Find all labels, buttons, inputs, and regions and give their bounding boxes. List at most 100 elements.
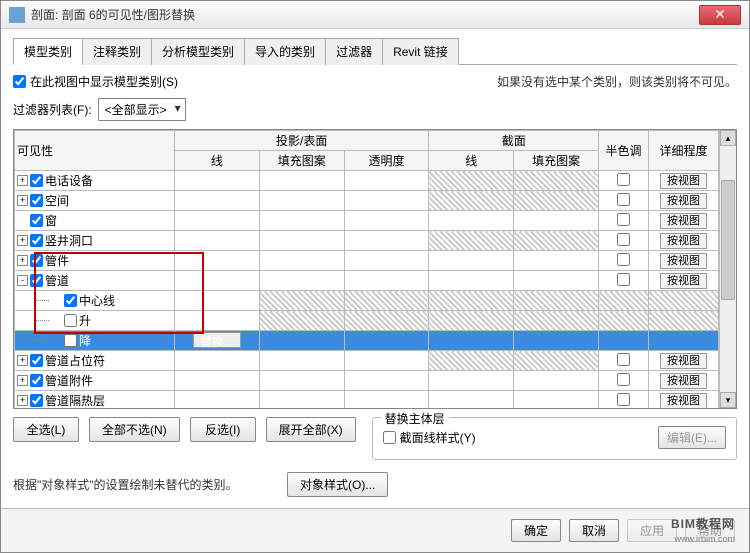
edit-button[interactable]: 编辑(E)...: [658, 426, 726, 449]
col-detail[interactable]: 详细程度: [649, 131, 719, 171]
scroll-down-button[interactable]: ▾: [720, 392, 736, 408]
visibility-checkbox[interactable]: [64, 334, 77, 347]
scroll-up-button[interactable]: ▴: [720, 130, 736, 146]
visibility-checkbox[interactable]: [64, 314, 77, 327]
close-button[interactable]: ✕: [699, 5, 741, 25]
expand-icon[interactable]: +: [17, 235, 28, 246]
section-line-style-checkbox[interactable]: 截面线样式(Y): [383, 429, 476, 446]
expand-icon[interactable]: +: [17, 355, 28, 366]
visibility-checkbox[interactable]: [30, 174, 43, 187]
col-sec-fill[interactable]: 填充图案: [514, 151, 599, 171]
vertical-scrollbar[interactable]: ▴ ▾: [719, 130, 736, 408]
section-line-style-cb[interactable]: [383, 431, 396, 444]
show-categories-label: 在此视图中显示模型类别(S): [30, 73, 178, 90]
host-layer-group: 替换主体层 截面线样式(Y) 编辑(E)...: [372, 417, 737, 460]
visibility-checkbox[interactable]: [30, 194, 43, 207]
halftone-checkbox[interactable]: [617, 373, 630, 386]
detail-level-cell[interactable]: 按视图: [660, 213, 707, 229]
category-label: 竖井洞口: [45, 232, 93, 249]
expand-all-button[interactable]: 展开全部(X): [266, 417, 356, 442]
table-row[interactable]: +电话设备按视图: [15, 171, 719, 191]
tab-5[interactable]: Revit 链接: [382, 38, 459, 65]
table-row[interactable]: 中心线: [15, 291, 719, 311]
visibility-checkbox[interactable]: [30, 374, 43, 387]
table-row[interactable]: + 竖井洞口 按视图: [15, 231, 719, 251]
detail-level-cell[interactable]: 按视图: [660, 253, 707, 269]
expand-icon[interactable]: +: [17, 195, 28, 206]
category-label: 管道隔热层: [45, 392, 105, 408]
detail-level-cell[interactable]: 按视图: [660, 373, 707, 389]
category-label: 管道附件: [45, 372, 93, 389]
tab-0[interactable]: 模型类别: [13, 38, 83, 65]
halftone-checkbox[interactable]: [617, 213, 630, 226]
visibility-checkbox[interactable]: [30, 234, 43, 247]
invert-button[interactable]: 反选(I): [190, 417, 256, 442]
table-row[interactable]: + 管件 按视图: [15, 251, 719, 271]
table-row[interactable]: +空间按视图: [15, 191, 719, 211]
visibility-checkbox[interactable]: [30, 394, 43, 407]
halftone-checkbox[interactable]: [617, 233, 630, 246]
table-row[interactable]: -管道按视图: [15, 271, 719, 291]
tab-4[interactable]: 过滤器: [325, 38, 383, 65]
halftone-checkbox[interactable]: [617, 253, 630, 266]
tree-spacer: [51, 295, 62, 306]
cancel-button[interactable]: 取消: [569, 519, 619, 542]
category-grid: 可见性 投影/表面 截面 半色调 详细程度 线 填充图案 透明度 线 填充图案 …: [13, 129, 737, 409]
tab-2[interactable]: 分析模型类别: [151, 38, 245, 65]
dialog-footer: 确定 取消 应用 帮助: [1, 508, 749, 552]
halftone-checkbox[interactable]: [617, 353, 630, 366]
show-categories-cb[interactable]: [13, 75, 26, 88]
visibility-checkbox[interactable]: [30, 214, 43, 227]
visibility-checkbox[interactable]: [30, 254, 43, 267]
expand-icon[interactable]: +: [17, 375, 28, 386]
table-row[interactable]: 升: [15, 311, 719, 331]
colgroup-section[interactable]: 截面: [429, 131, 599, 151]
filter-list-label: 过滤器列表(F):: [13, 101, 92, 118]
apply-button: 应用: [627, 519, 677, 542]
select-none-button[interactable]: 全部不选(N): [89, 417, 180, 442]
detail-level-cell[interactable]: 按视图: [660, 173, 707, 189]
app-icon: [9, 7, 25, 23]
colgroup-projection[interactable]: 投影/表面: [175, 131, 429, 151]
ok-button[interactable]: 确定: [511, 519, 561, 542]
collapse-icon[interactable]: -: [17, 275, 28, 286]
detail-level-cell[interactable]: 按视图: [660, 273, 707, 289]
detail-level-cell[interactable]: 按视图: [660, 193, 707, 209]
visibility-checkbox[interactable]: [30, 274, 43, 287]
override-button[interactable]: 替换...: [193, 332, 241, 348]
select-all-button[interactable]: 全选(L): [13, 417, 79, 442]
col-sec-line[interactable]: 线: [429, 151, 514, 171]
filter-list-dropdown[interactable]: <全部显示>: [98, 98, 186, 121]
col-proj-fill[interactable]: 填充图案: [259, 151, 344, 171]
table-row[interactable]: 降 替换...: [15, 331, 719, 351]
table-row[interactable]: 窗 按视图: [15, 211, 719, 231]
tab-1[interactable]: 注释类别: [82, 38, 152, 65]
expand-icon[interactable]: +: [17, 395, 28, 406]
table-row[interactable]: + 管道隔热层 按视图: [15, 391, 719, 409]
show-categories-checkbox[interactable]: 在此视图中显示模型类别(S): [13, 73, 178, 90]
category-label: 降: [79, 332, 91, 349]
table-row[interactable]: + 管道附件 按视图: [15, 371, 719, 391]
tab-3[interactable]: 导入的类别: [244, 38, 326, 65]
category-label: 窗: [45, 212, 57, 229]
scroll-thumb[interactable]: [721, 180, 735, 300]
expand-icon[interactable]: +: [17, 175, 28, 186]
halftone-checkbox[interactable]: [617, 273, 630, 286]
object-style-button[interactable]: 对象样式(O)...: [287, 472, 388, 497]
halftone-checkbox[interactable]: [617, 393, 630, 406]
watermark-text: BIM教程网: [671, 517, 735, 531]
halftone-checkbox[interactable]: [617, 173, 630, 186]
detail-level-cell[interactable]: 按视图: [660, 353, 707, 369]
visibility-checkbox[interactable]: [30, 354, 43, 367]
table-row[interactable]: +管道占位符按视图: [15, 351, 719, 371]
category-label: 管件: [45, 252, 69, 269]
col-visibility[interactable]: 可见性: [15, 131, 175, 171]
col-proj-line[interactable]: 线: [175, 151, 260, 171]
visibility-checkbox[interactable]: [64, 294, 77, 307]
halftone-checkbox[interactable]: [617, 193, 630, 206]
expand-icon[interactable]: +: [17, 255, 28, 266]
col-halftone[interactable]: 半色调: [599, 131, 649, 171]
detail-level-cell[interactable]: 按视图: [660, 393, 707, 409]
detail-level-cell[interactable]: 按视图: [660, 233, 707, 249]
col-proj-trans[interactable]: 透明度: [344, 151, 429, 171]
